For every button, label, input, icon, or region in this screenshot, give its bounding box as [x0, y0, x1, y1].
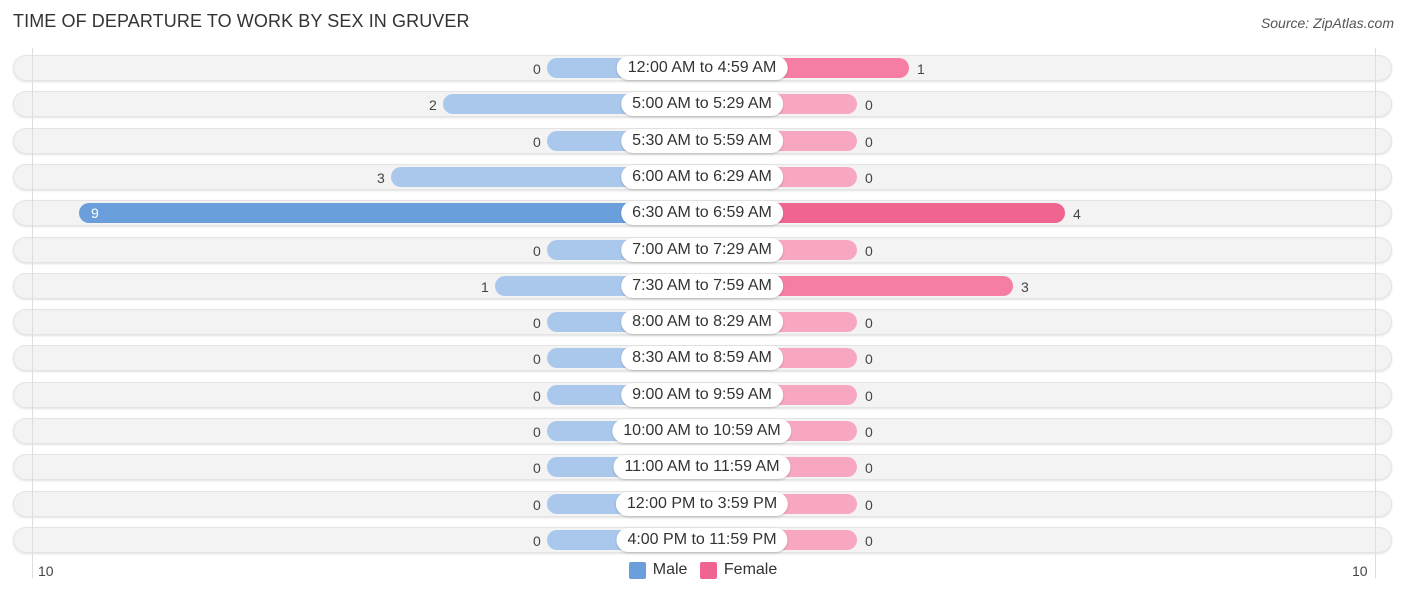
value-label-female: 0 — [865, 242, 873, 259]
value-label-female: 0 — [865, 133, 873, 150]
value-label-male: 0 — [533, 424, 541, 440]
category-label: 9:00 AM to 9:59 AM — [621, 382, 783, 407]
legend: Male Female — [0, 561, 1406, 584]
legend-swatch-female — [699, 561, 717, 579]
value-label-female: 0 — [865, 387, 873, 404]
value-label-male: 1 — [481, 278, 489, 295]
value-label-female: 0 — [865, 351, 873, 368]
value-label-male: 0 — [533, 532, 541, 549]
value-label-male: 2 — [429, 97, 437, 114]
value-label-female: 0 — [865, 532, 873, 549]
value-label-male: 0 — [533, 61, 541, 77]
value-label-male: 9 — [91, 205, 99, 222]
value-label-female: 1 — [917, 61, 925, 77]
value-label-female: 3 — [1021, 278, 1029, 295]
axis-line-left — [32, 48, 33, 578]
legend-item-female[interactable]: Female — [699, 561, 778, 579]
category-label: 6:30 AM to 6:59 AM — [621, 201, 783, 226]
axis-line-right — [1375, 48, 1376, 578]
value-label-female: 4 — [1073, 206, 1081, 223]
value-label-male: 0 — [533, 133, 541, 150]
value-label-female: 0 — [865, 315, 873, 332]
category-label: 7:30 AM to 7:59 AM — [621, 273, 783, 298]
value-label-female: 0 — [865, 424, 873, 440]
bar-male[interactable] — [79, 203, 702, 224]
category-label: 8:30 AM to 8:59 AM — [621, 346, 783, 371]
value-label-female: 0 — [865, 97, 873, 114]
legend-item-male[interactable]: Male — [628, 561, 688, 579]
legend-label-male: Male — [652, 561, 688, 578]
category-label: 4:00 PM to 11:59 PM — [616, 527, 788, 552]
category-label: 10:00 AM to 10:59 AM — [612, 419, 792, 443]
value-label-male: 3 — [377, 169, 385, 186]
value-label-female: 0 — [865, 460, 873, 477]
legend-label-female: Female — [723, 561, 778, 578]
value-label-male: 0 — [533, 351, 541, 368]
legend-swatch-male — [628, 561, 646, 579]
category-label: 5:30 AM to 5:59 AM — [621, 128, 783, 153]
value-label-male: 0 — [533, 496, 541, 513]
category-label: 11:00 AM to 11:59 AM — [613, 455, 791, 480]
chart-area: 0 1 12:00 AM to 4:59 AM 2 0 5:00 AM to 5:29 A… — [0, 0, 1406, 595]
category-label: 7:00 AM to 7:29 AM — [621, 237, 783, 262]
category-label: 5:00 AM to 5:29 AM — [621, 92, 783, 117]
value-label-male: 0 — [533, 387, 541, 404]
value-label-female: 0 — [865, 496, 873, 513]
category-label: 8:00 AM to 8:29 AM — [621, 310, 783, 335]
value-label-male: 0 — [533, 460, 541, 477]
value-label-male: 0 — [533, 242, 541, 259]
category-label: 12:00 AM to 4:59 AM — [616, 56, 788, 80]
category-label: 12:00 PM to 3:59 PM — [615, 491, 789, 516]
category-label: 6:00 AM to 6:29 AM — [621, 164, 783, 189]
value-label-male: 0 — [533, 315, 541, 332]
value-label-female: 0 — [865, 169, 873, 186]
